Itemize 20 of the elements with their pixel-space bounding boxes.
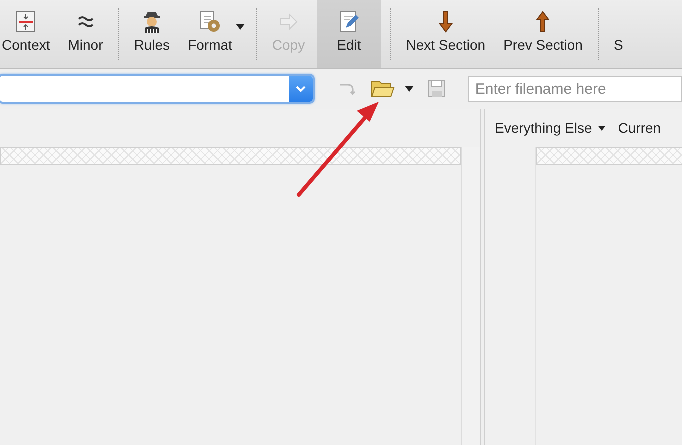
folder-icon[interactable] <box>371 80 396 98</box>
caret-icon[interactable] <box>236 24 246 30</box>
chevron-down-icon <box>296 86 306 92</box>
toolbar-button[interactable]: Prev Section <box>498 0 589 68</box>
pane-tab[interactable]: Curren <box>618 120 662 136</box>
dropdown-button[interactable] <box>289 76 314 102</box>
toolbar-button[interactable]: S <box>608 0 630 68</box>
toolbar-button[interactable]: Rules <box>128 0 176 68</box>
toolbar-button[interactable]: Context <box>0 0 56 68</box>
save-icon[interactable] <box>428 80 446 98</box>
document-gear-icon <box>198 10 222 34</box>
path-combo-field[interactable] <box>0 74 316 104</box>
context-icon <box>14 10 38 34</box>
caret-icon[interactable] <box>405 86 414 92</box>
filename-field[interactable]: Enter filename here <box>468 76 682 102</box>
pane-tab[interactable]: Everything Else <box>495 120 606 136</box>
toolbar-button[interactable]: Edit <box>317 0 382 68</box>
toolbar-button[interactable]: Minor <box>62 0 110 68</box>
toolbar-button[interactable]: Next Section <box>400 0 492 68</box>
toolbar-button[interactable]: Format <box>182 0 238 68</box>
